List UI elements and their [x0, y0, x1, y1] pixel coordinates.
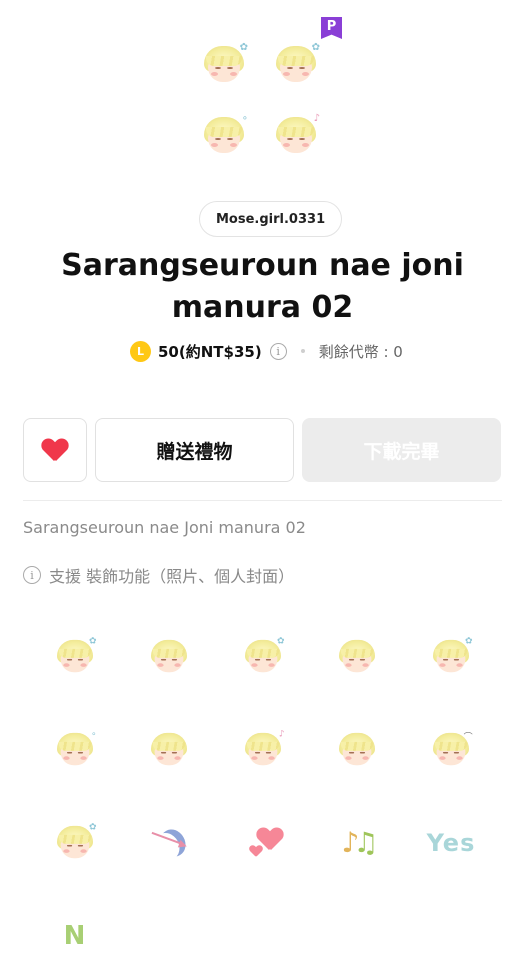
no-sticker: N [63, 920, 87, 951]
music-notes-icon: ♪♫ [341, 826, 379, 859]
sticker-item[interactable]: ✿ [216, 610, 310, 703]
hero-sticker-preview: ♪ [272, 113, 320, 159]
sticker-item[interactable]: Yes [404, 796, 498, 889]
sticker-item[interactable] [122, 703, 216, 796]
download-complete-button: 下載完畢 [302, 418, 501, 482]
page-title: Sarangseuroun nae joni manura 02 [61, 248, 464, 325]
sticker-item[interactable] [310, 610, 404, 703]
sticker-item[interactable] [122, 796, 216, 889]
separator-dot [300, 349, 305, 353]
price-row: L 50(約NT$35) i 剩餘代幣 : 0 [130, 340, 403, 362]
heart-icon [42, 439, 68, 461]
sticker-item[interactable] [310, 703, 404, 796]
sticker-item[interactable]: ♪♫ [310, 796, 404, 889]
line-coin-icon: L [130, 340, 151, 362]
sticker-item[interactable]: ⌒ [404, 703, 498, 796]
hero-sticker-preview: ✿ [200, 42, 248, 88]
coin-balance: 剩餘代幣 : 0 [318, 342, 403, 361]
sticker-item[interactable]: ✿ [28, 796, 122, 889]
price-info-icon[interactable]: i [269, 342, 287, 360]
hearts-icon [239, 826, 287, 860]
sticker-item[interactable]: ✿ [28, 610, 122, 703]
sticker-item[interactable]: ♪ [216, 703, 310, 796]
price-label: 50(約NT$35) [158, 342, 262, 361]
favorite-button[interactable] [23, 418, 87, 482]
sticker-grid: ✿ ✿ ✿ ∘ ♪ ⌒ ✿ ♪♫ Yes N [28, 610, 498, 960]
sticker-hero: P ✿ ✿ ∘ ♪ [0, 0, 525, 200]
author-link[interactable]: Mose.girl.0331 [199, 201, 343, 237]
sticker-item[interactable]: ∘ [28, 703, 122, 796]
sticker-item[interactable]: ✿ [404, 610, 498, 703]
sticker-item[interactable]: N [28, 889, 122, 960]
divider [23, 500, 502, 501]
support-note: i 支援 裝飾功能（照片、個人封面） [23, 563, 294, 587]
premium-badge-icon: P [321, 17, 342, 39]
info-icon: i [23, 566, 41, 584]
hero-sticker-preview: ∘ [200, 113, 248, 159]
hero-preview-grid: ✿ ✿ ∘ ♪ [200, 42, 330, 159]
support-text: 支援 裝飾功能（照片、個人封面） [49, 567, 295, 586]
send-gift-button[interactable]: 贈送禮物 [95, 418, 294, 482]
moon-arrow-icon [149, 825, 189, 861]
hero-sticker-preview: ✿ [272, 42, 320, 88]
sticker-description: Sarangseuroun nae Joni manura 02 [23, 518, 306, 537]
sticker-item[interactable] [122, 610, 216, 703]
sticker-item[interactable] [216, 796, 310, 889]
yes-sticker: Yes [426, 828, 476, 857]
